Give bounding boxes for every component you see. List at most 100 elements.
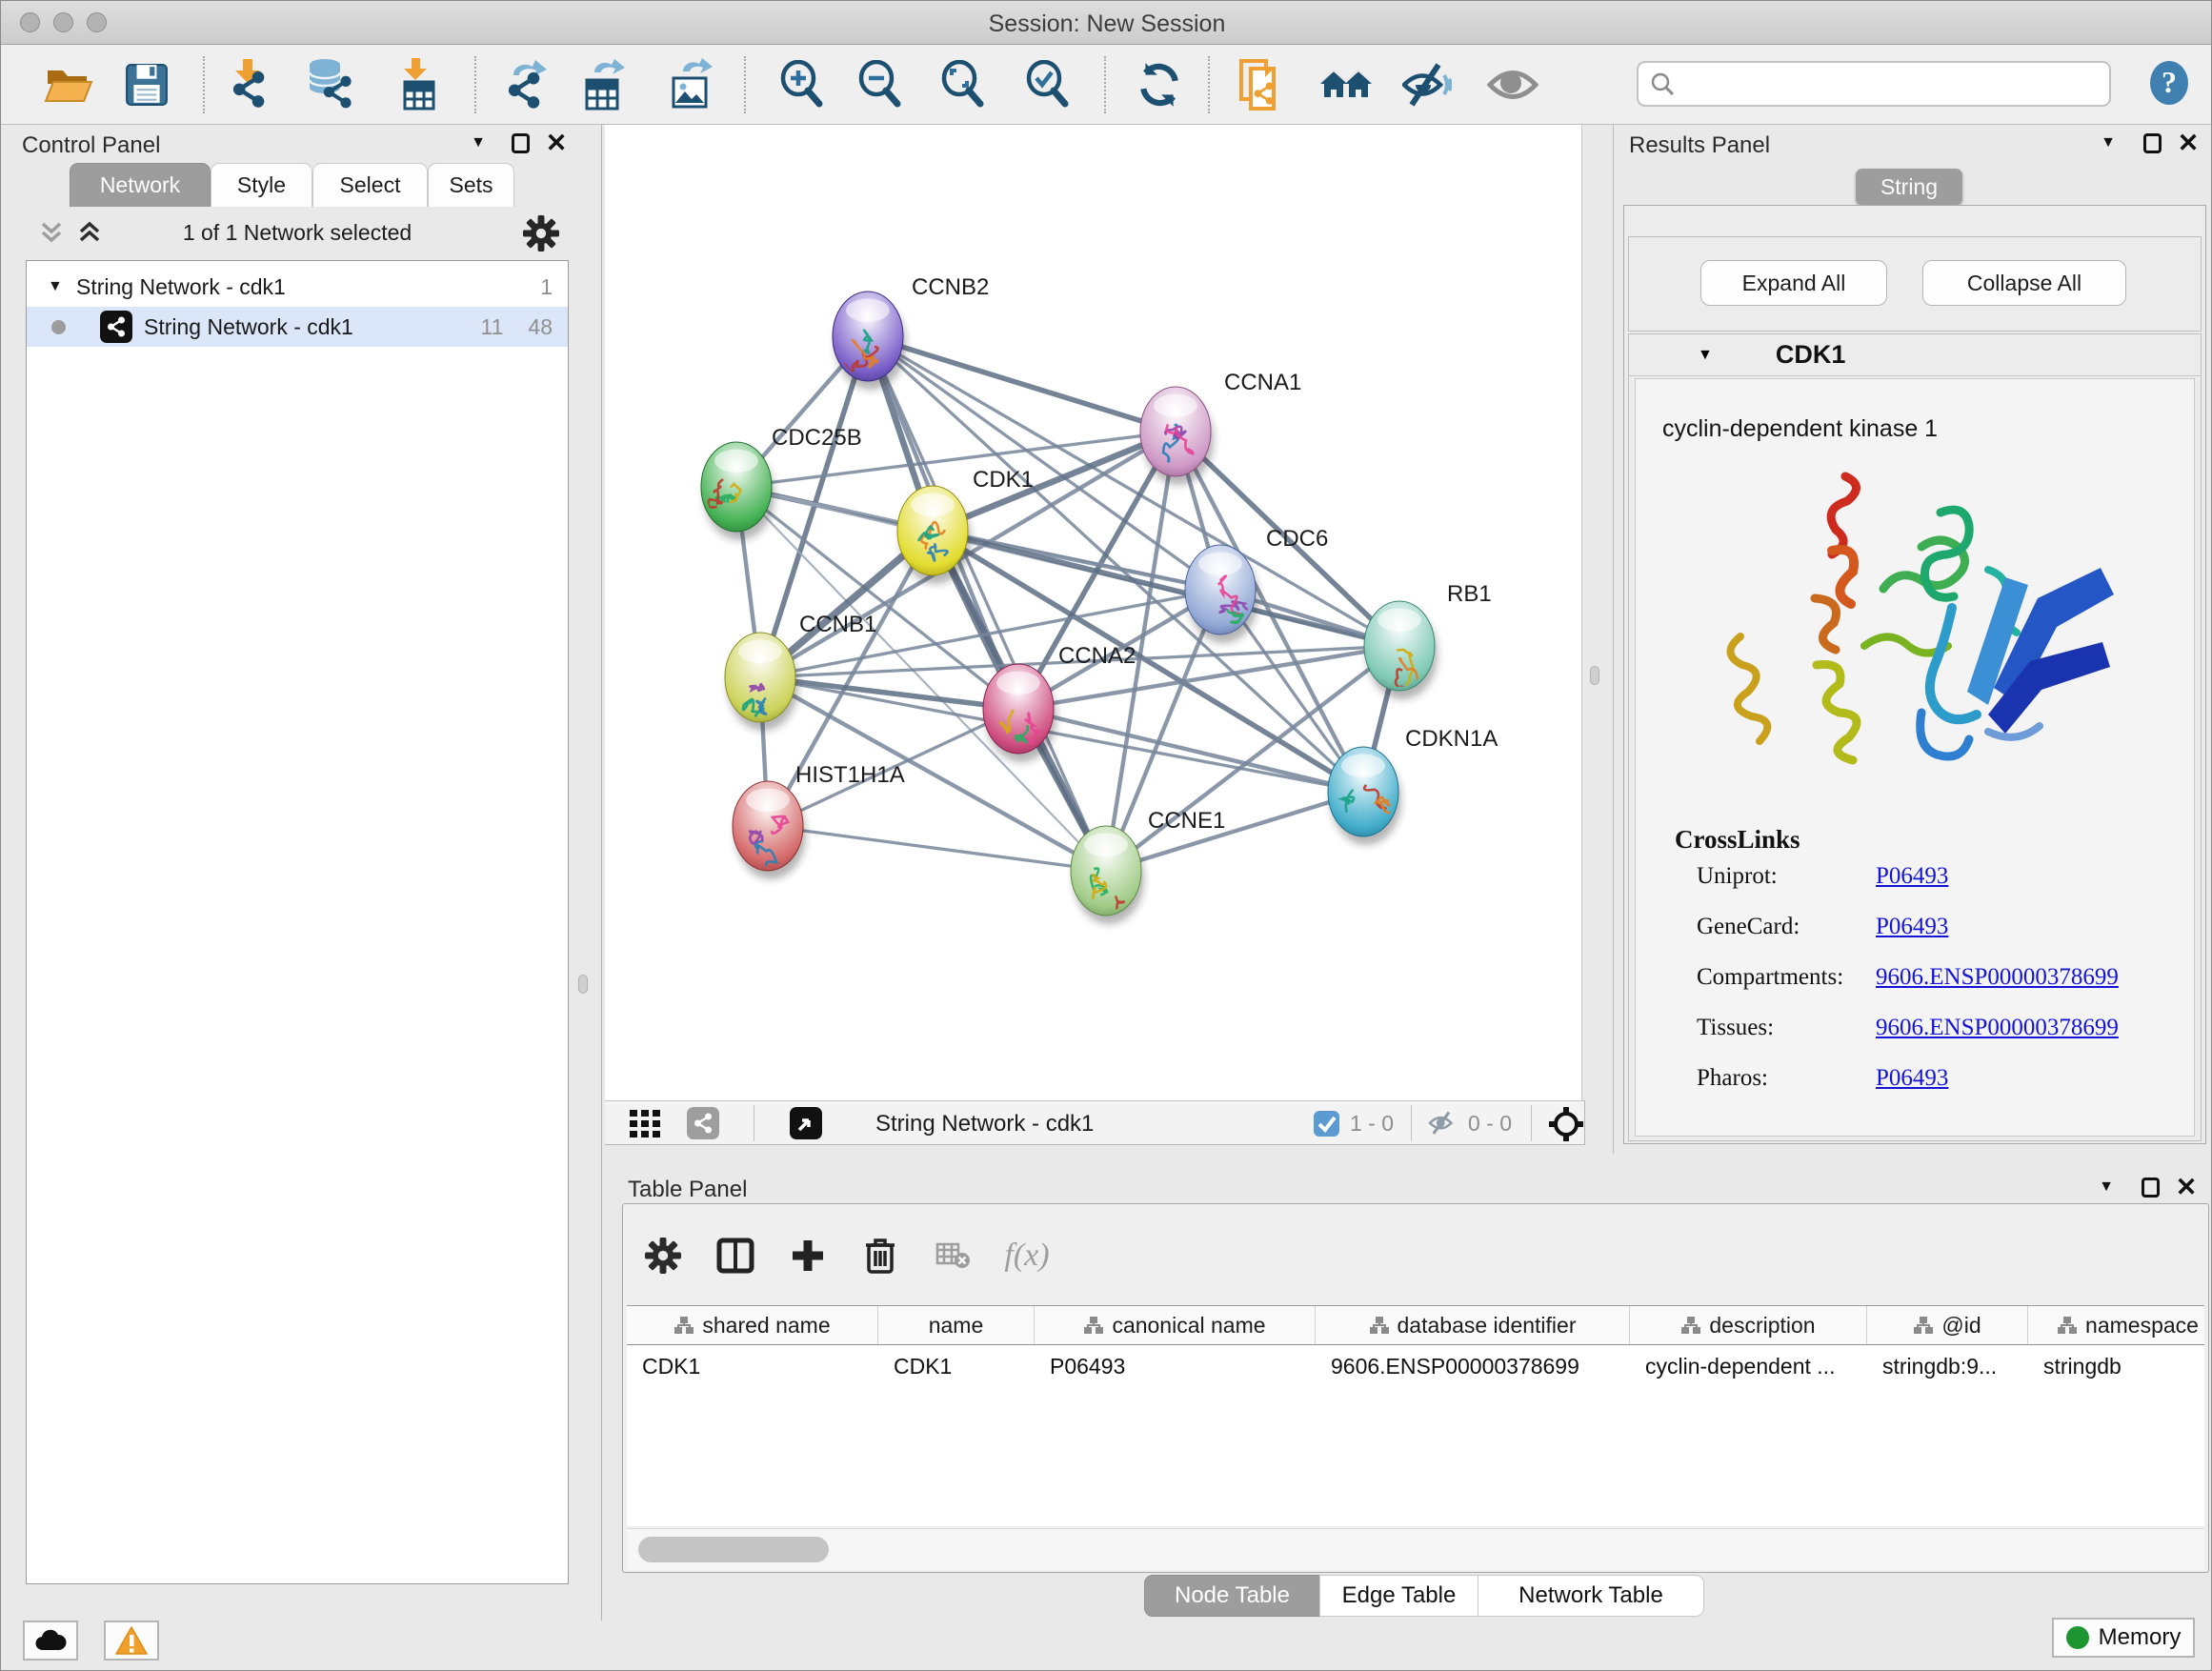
node-CDK1[interactable]: [897, 486, 971, 584]
table-cell[interactable]: stringdb: [2028, 1345, 2204, 1387]
gene-section-header[interactable]: ▼ CDK1: [1629, 334, 2201, 376]
column-header-databaseidentifier[interactable]: database identifier: [1316, 1306, 1630, 1344]
string-network-graph[interactable]: CCNB2CCNA1CDC25BCDK1CDC6RB1CCNB1CCNA2CDK…: [605, 125, 1582, 1100]
column-header-name[interactable]: name: [878, 1306, 1035, 1344]
edge-HIST1H1A-CCNE1[interactable]: [768, 826, 1106, 871]
node-CCNB2[interactable]: [833, 292, 906, 390]
collection-expand-icon[interactable]: ▼: [48, 278, 76, 295]
tab-edge-table[interactable]: Edge Table: [1319, 1575, 1478, 1617]
left-splitter-handle[interactable]: [578, 975, 588, 994]
table-cell[interactable]: stringdb:9...: [1867, 1345, 2028, 1387]
clone-network-button[interactable]: [1233, 54, 1290, 115]
column-header-namespace[interactable]: namespace: [2028, 1306, 2204, 1344]
zoom-selected-button[interactable]: [1019, 54, 1076, 115]
table-cell[interactable]: P06493: [1035, 1345, 1316, 1387]
crosshair-icon[interactable]: [1548, 1106, 1584, 1142]
control-panel-float-button[interactable]: [504, 127, 536, 159]
show-graphics-button[interactable]: [1484, 54, 1541, 115]
grid-view-icon[interactable]: [630, 1110, 662, 1138]
zoom-fit-button[interactable]: [935, 54, 992, 115]
column-header-description[interactable]: description: [1630, 1306, 1867, 1344]
function-builder-button[interactable]: f(x): [989, 1229, 1065, 1282]
control-panel-menu-button[interactable]: ▼: [462, 127, 494, 159]
create-column-button[interactable]: [779, 1229, 836, 1282]
import-network-button[interactable]: [220, 54, 277, 115]
right-splitter-handle[interactable]: [1590, 666, 1599, 685]
node-CCNA2[interactable]: [983, 664, 1056, 762]
edge-CCNB2-CCNE1[interactable]: [868, 336, 1106, 871]
import-network-from-database-button[interactable]: [303, 54, 360, 115]
crosslink-value[interactable]: P06493: [1876, 1065, 1948, 1092]
node-RB1[interactable]: [1364, 601, 1438, 702]
memory-button[interactable]: Memory: [2052, 1618, 2195, 1658]
table-options-button[interactable]: [634, 1229, 692, 1282]
results-panel-float-button[interactable]: [2136, 127, 2168, 159]
birdseye-view-button[interactable]: [790, 1107, 822, 1139]
edge-CCNB1-CCNA2[interactable]: [760, 677, 1018, 709]
tab-sets[interactable]: Sets: [428, 163, 514, 207]
expand-all-button[interactable]: Expand All: [1700, 260, 1887, 306]
table-panel-close-button[interactable]: ✕: [2170, 1171, 2202, 1203]
section-collapse-icon[interactable]: ▼: [1698, 347, 1713, 364]
open-session-button[interactable]: [40, 54, 97, 115]
table-panel-menu-button[interactable]: ▼: [2090, 1171, 2122, 1203]
tab-string[interactable]: String: [1856, 169, 1962, 205]
crosslink-value[interactable]: P06493: [1876, 914, 1948, 940]
hidden-eye-icon[interactable]: [1428, 1110, 1460, 1138]
zoom-out-button[interactable]: [852, 54, 909, 115]
network-view-string-icon[interactable]: [687, 1107, 719, 1139]
crosslink-value[interactable]: 9606.ENSP00000378699: [1876, 1015, 2119, 1041]
table-cell[interactable]: CDK1: [627, 1345, 878, 1387]
horizontal-scrollbar[interactable]: [627, 1528, 2204, 1570]
zoom-in-button[interactable]: [774, 54, 831, 115]
tab-select[interactable]: Select: [312, 163, 428, 207]
network-row-selected[interactable]: String Network - cdk1 11 48: [27, 307, 568, 347]
apply-style-button[interactable]: [1131, 54, 1188, 115]
tab-style[interactable]: Style: [211, 163, 312, 207]
table-panel-float-button[interactable]: [2134, 1171, 2166, 1203]
control-panel-close-button[interactable]: ✕: [540, 127, 573, 159]
edge-CDKN1A-CCNE1[interactable]: [1106, 792, 1363, 871]
network-canvas[interactable]: CCNB2CCNA1CDC25BCDK1CDC6RB1CCNB1CCNA2CDK…: [605, 125, 1582, 1100]
collapse-all-button[interactable]: Collapse All: [1922, 260, 2126, 306]
cloud-status-button[interactable]: [23, 1621, 78, 1661]
warnings-button[interactable]: [104, 1621, 159, 1661]
scrollbar-thumb[interactable]: [638, 1537, 829, 1562]
import-table-button[interactable]: [388, 54, 445, 115]
selected-checkbox-icon[interactable]: [1314, 1111, 1339, 1141]
edge-CCNB2-CCNA1[interactable]: [868, 336, 1176, 432]
node-HIST1H1A[interactable]: [733, 781, 806, 879]
table-cell[interactable]: 9606.ENSP00000378699: [1316, 1345, 1630, 1387]
column-header-canonicalname[interactable]: canonical name: [1035, 1306, 1316, 1344]
crosslink-value[interactable]: P06493: [1876, 863, 1948, 890]
node-CCNB1[interactable]: [725, 633, 798, 731]
table-row[interactable]: CDK1CDK1P064939606.ENSP00000378699cyclin…: [627, 1345, 2204, 1387]
table-cell[interactable]: CDK1: [878, 1345, 1035, 1387]
results-panel-menu-button[interactable]: ▼: [2092, 127, 2124, 159]
help-button[interactable]: ?: [2146, 60, 2192, 111]
export-table-button[interactable]: [575, 54, 633, 115]
column-header-id[interactable]: @id: [1867, 1306, 2028, 1344]
home-button[interactable]: [1317, 54, 1375, 115]
results-panel-close-button[interactable]: ✕: [2172, 127, 2204, 159]
save-session-button[interactable]: [118, 54, 175, 115]
node-CDC6[interactable]: [1185, 545, 1258, 643]
tab-network-table[interactable]: Network Table: [1478, 1575, 1704, 1617]
delete-table-button[interactable]: [924, 1229, 981, 1282]
node-CCNE1[interactable]: [1071, 826, 1144, 924]
tab-network[interactable]: Network: [70, 163, 211, 207]
table-cell[interactable]: cyclin-dependent ...: [1630, 1345, 1867, 1387]
tab-node-table[interactable]: Node Table: [1144, 1575, 1320, 1617]
show-columns-button[interactable]: [707, 1229, 764, 1282]
hide-unhide-button[interactable]: [1398, 54, 1456, 115]
delete-column-button[interactable]: [852, 1229, 909, 1282]
network-collection-row[interactable]: ▼ String Network - cdk1 1: [27, 267, 568, 307]
column-header-sharedname[interactable]: shared name: [627, 1306, 878, 1344]
crosslink-value[interactable]: 9606.ENSP00000378699: [1876, 964, 2119, 991]
node-CDKN1A[interactable]: [1328, 747, 1401, 845]
network-options-gear-icon[interactable]: [523, 215, 559, 252]
search-input[interactable]: [1637, 61, 2111, 107]
edge-CDK1-RB1[interactable]: [933, 531, 1399, 646]
export-image-button[interactable]: [662, 54, 719, 115]
export-network-button[interactable]: [497, 54, 554, 115]
